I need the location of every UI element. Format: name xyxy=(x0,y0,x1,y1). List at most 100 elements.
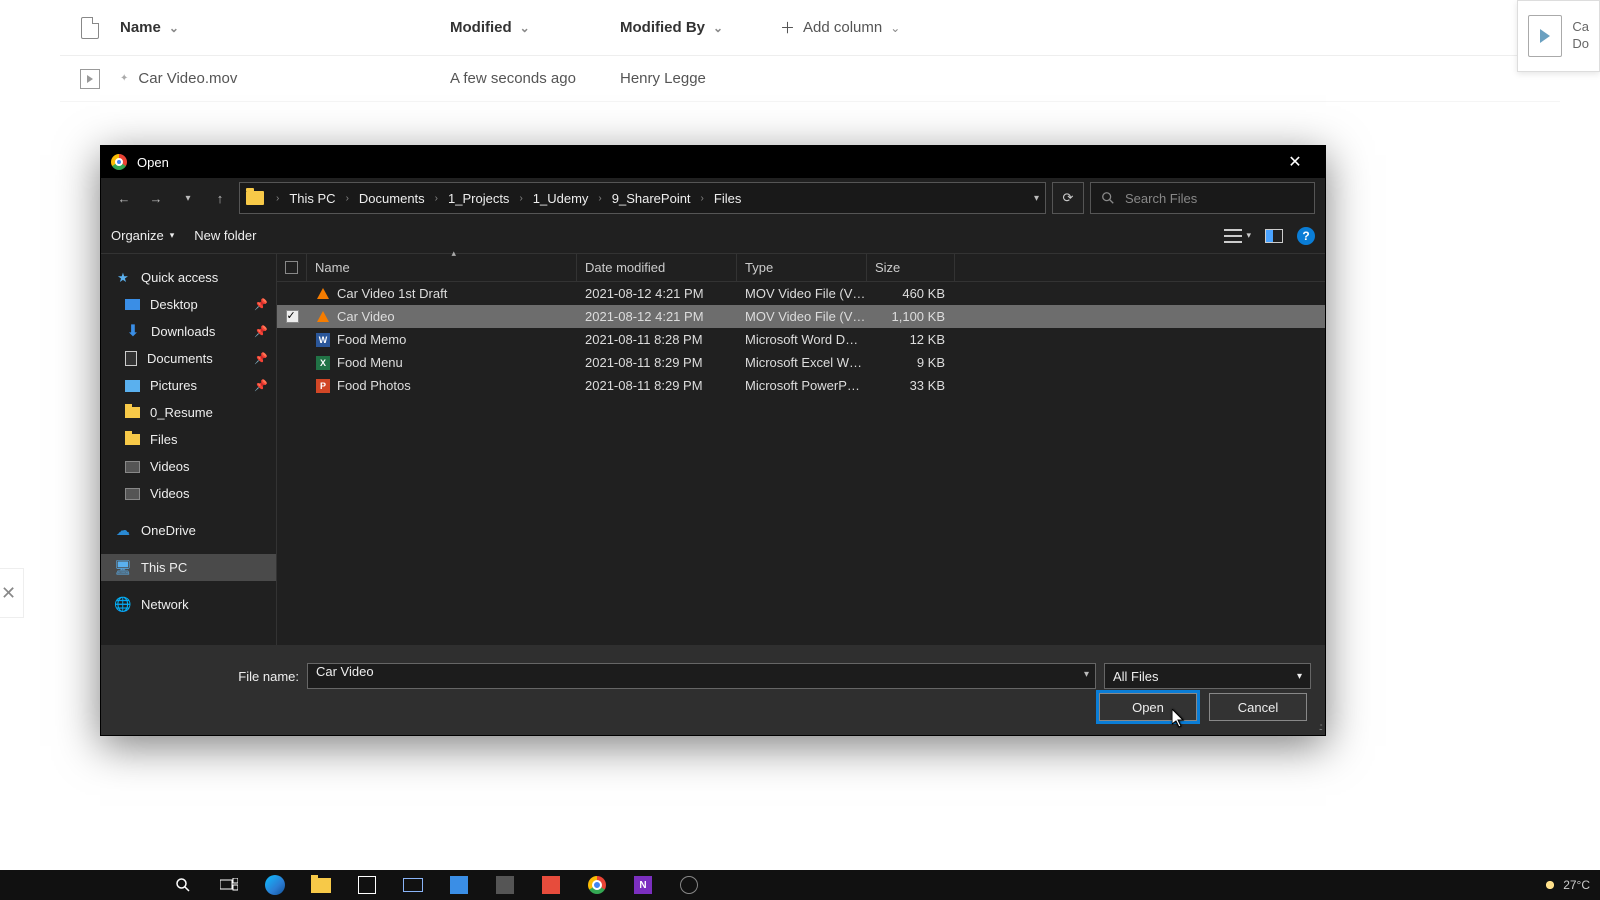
sidebar-onedrive[interactable]: ☁OneDrive xyxy=(101,517,276,544)
column-header-type[interactable]: Type xyxy=(737,254,867,281)
file-row[interactable]: PFood Photos 2021-08-11 8:29 PM Microsof… xyxy=(277,374,1325,397)
dialog-footer: File name: Car Video▾ All Files▾ Open Ca… xyxy=(101,645,1325,735)
column-header-size[interactable]: Size xyxy=(867,254,955,281)
vlc-icon xyxy=(315,286,331,302)
sidebar-documents[interactable]: Documents📌 xyxy=(101,345,276,372)
sidebar-videos-2[interactable]: Videos xyxy=(101,480,276,507)
chevron-right-icon: › xyxy=(272,193,283,204)
chevron-down-icon: ▾ xyxy=(1246,230,1251,241)
taskbar-app-icon[interactable] xyxy=(528,870,574,900)
taskbar-explorer-icon[interactable] xyxy=(298,870,344,900)
taskbar-store-icon[interactable] xyxy=(344,870,390,900)
video-file-icon xyxy=(80,69,100,89)
file-row[interactable]: XFood Menu 2021-08-11 8:29 PM Microsoft … xyxy=(277,351,1325,374)
file-list: Name▴ Date modified Type Size Car Video … xyxy=(277,254,1325,645)
new-folder-button[interactable]: New folder xyxy=(194,228,256,243)
list-view-icon xyxy=(1224,229,1242,243)
breadcrumb-item[interactable]: 1_Udemy xyxy=(531,191,591,206)
sidebar-quick-access[interactable]: ★Quick access xyxy=(101,264,276,291)
breadcrumb-item[interactable]: 9_SharePoint xyxy=(610,191,693,206)
taskbar-edge-icon[interactable] xyxy=(252,870,298,900)
taskbar-chrome-icon[interactable] xyxy=(574,870,620,900)
taskbar-mail-icon[interactable] xyxy=(390,870,436,900)
sidebar-network[interactable]: 🌐Network xyxy=(101,591,276,618)
file-name-input[interactable]: Car Video▾ xyxy=(307,663,1096,689)
sharepoint-file-row[interactable]: ✦Car Video.mov A few seconds ago Henry L… xyxy=(60,56,1560,102)
breadcrumb-item[interactable]: Documents xyxy=(357,191,427,206)
sharepoint-file-list: Name⌄ Modified⌄ Modified By⌄ ＋Add column… xyxy=(60,0,1560,102)
taskbar-search-icon[interactable] xyxy=(160,870,206,900)
pin-icon: 📌 xyxy=(254,325,268,338)
breadcrumb-item[interactable]: 1_Projects xyxy=(446,191,511,206)
sidebar-videos[interactable]: Videos xyxy=(101,453,276,480)
chevron-right-icon: › xyxy=(515,193,526,204)
sidebar-this-pc[interactable]: 🖥This PC xyxy=(101,554,276,581)
view-mode-button[interactable]: ▾ xyxy=(1224,229,1251,243)
chevron-right-icon: › xyxy=(431,193,442,204)
vlc-icon xyxy=(315,309,331,325)
checkbox-checked-icon[interactable] xyxy=(286,310,299,323)
add-column-button[interactable]: ＋Add column⌄ xyxy=(780,17,900,38)
address-dropdown-icon[interactable]: ▾ xyxy=(1034,193,1039,204)
nav-back-button[interactable]: ← xyxy=(111,185,137,211)
column-modified-by[interactable]: Modified By⌄ xyxy=(620,19,780,36)
file-row[interactable]: WFood Memo 2021-08-11 8:28 PM Microsoft … xyxy=(277,328,1325,351)
taskbar-app-icon[interactable] xyxy=(666,870,712,900)
file-row[interactable]: Car Video 1st Draft 2021-08-12 4:21 PM M… xyxy=(277,282,1325,305)
dropdown-icon[interactable]: ▾ xyxy=(1084,669,1089,680)
open-button[interactable]: Open xyxy=(1099,693,1197,721)
system-tray[interactable]: 27°C xyxy=(1543,878,1590,892)
taskbar-app-icon[interactable] xyxy=(436,870,482,900)
address-bar[interactable]: › This PC › Documents › 1_Projects › 1_U… xyxy=(239,182,1046,214)
column-modified[interactable]: Modified⌄ xyxy=(450,19,620,36)
desktop-icon xyxy=(125,299,140,310)
file-name: Car Video.mov xyxy=(138,70,237,87)
organize-button[interactable]: Organize▾ xyxy=(111,228,174,243)
chevron-down-icon: ⌄ xyxy=(169,21,179,35)
sidebar-folder-files[interactable]: Files xyxy=(101,426,276,453)
cancel-button[interactable]: Cancel xyxy=(1209,693,1307,721)
select-all-checkbox[interactable] xyxy=(277,254,307,281)
nav-recent-button[interactable]: ▾ xyxy=(175,185,201,211)
sidebar-pictures[interactable]: Pictures📌 xyxy=(101,372,276,399)
sidebar-downloads[interactable]: ⬇Downloads📌 xyxy=(101,318,276,345)
breadcrumb-item[interactable]: Files xyxy=(712,191,743,206)
file-preview-card[interactable]: CaDo xyxy=(1517,0,1600,72)
column-header-name[interactable]: Name▴ xyxy=(307,254,577,281)
dialog-titlebar[interactable]: Open ✕ xyxy=(101,146,1325,178)
column-header-date[interactable]: Date modified xyxy=(577,254,737,281)
folder-icon xyxy=(311,878,331,893)
sidebar-desktop[interactable]: Desktop📌 xyxy=(101,291,276,318)
breadcrumb-item[interactable]: This PC xyxy=(287,191,337,206)
taskbar-onenote-icon[interactable]: N xyxy=(620,870,666,900)
dialog-close-button[interactable]: ✕ xyxy=(1275,146,1315,178)
close-panel-button[interactable]: ✕ xyxy=(0,568,24,618)
preview-text: CaDo xyxy=(1572,19,1589,53)
windows-taskbar[interactable]: N 27°C xyxy=(0,870,1600,900)
star-icon: ★ xyxy=(115,270,131,286)
search-input[interactable]: Search Files xyxy=(1090,182,1315,214)
file-type-icon-header xyxy=(60,17,120,39)
new-indicator-icon: ✦ xyxy=(120,73,128,84)
chevron-down-icon: ⌄ xyxy=(890,21,900,35)
video-play-icon xyxy=(1528,15,1562,57)
preview-pane-button[interactable] xyxy=(1265,229,1283,243)
sidebar-folder-resume[interactable]: 0_Resume xyxy=(101,399,276,426)
modified-value: A few seconds ago xyxy=(450,70,620,87)
refresh-button[interactable]: ⟳ xyxy=(1052,182,1084,214)
taskbar-taskview-icon[interactable] xyxy=(206,870,252,900)
nav-up-button[interactable]: ↑ xyxy=(207,185,233,211)
nav-forward-button[interactable]: → xyxy=(143,185,169,211)
resize-grip-icon[interactable]: .:: xyxy=(1319,722,1321,733)
weather-icon xyxy=(1543,878,1557,892)
dialog-navbar: ← → ▾ ↑ › This PC › Documents › 1_Projec… xyxy=(101,178,1325,218)
cloud-icon: ☁ xyxy=(115,523,131,539)
file-row-selected[interactable]: Car Video 2021-08-12 4:21 PM MOV Video F… xyxy=(277,305,1325,328)
temperature: 27°C xyxy=(1563,878,1590,892)
taskbar-app-icon[interactable] xyxy=(482,870,528,900)
column-name[interactable]: Name⌄ xyxy=(120,19,450,36)
help-button[interactable]: ? xyxy=(1297,227,1315,245)
file-type-select[interactable]: All Files▾ xyxy=(1104,663,1311,689)
chevron-down-icon: ▾ xyxy=(170,230,175,241)
dialog-sidebar: ★Quick access Desktop📌 ⬇Downloads📌 Docum… xyxy=(101,254,277,645)
